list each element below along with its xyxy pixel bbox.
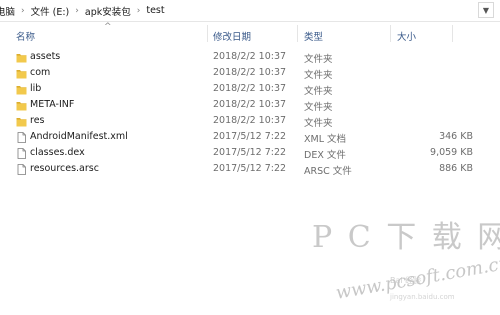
folder-row[interactable]: res 2018/2/2 10:37 文件夹 [0, 114, 500, 130]
folder-icon [16, 100, 27, 111]
file-name: assets [30, 51, 61, 62]
file-icon [16, 132, 27, 143]
folder-row[interactable]: META-INF 2018/2/2 10:37 文件夹 [0, 98, 500, 114]
file-date: 2017/5/12 7:22 [213, 131, 287, 142]
file-type: 文件夹 [304, 54, 333, 65]
file-name: AndroidManifest.xml [30, 131, 128, 142]
file-type: 文件夹 [304, 70, 333, 81]
file-row[interactable]: classes.dex 2017/5/12 7:22 DEX 文件 9,059 KB [0, 146, 500, 162]
file-date: 2018/2/2 10:37 [213, 67, 287, 78]
folder-row[interactable]: com 2018/2/2 10:37 文件夹 [0, 66, 500, 82]
chevron-right-icon[interactable]: › [21, 6, 25, 16]
folder-icon [16, 52, 27, 63]
column-type[interactable]: 类型 [304, 29, 323, 43]
chevron-down-icon: ▼ [482, 5, 490, 15]
file-date: 2018/2/2 10:37 [213, 51, 287, 62]
breadcrumb[interactable]: 电脑 › 文件 (E:) › apk安装包 › test [0, 0, 165, 21]
file-type: 文件夹 [304, 86, 333, 97]
file-date: 2018/2/2 10:37 [213, 99, 287, 110]
breadcrumb-apk-folder[interactable]: apk安装包 [85, 4, 131, 18]
file-name: com [30, 67, 51, 78]
file-type: DEX 文件 [304, 150, 346, 161]
file-name: lib [30, 83, 42, 94]
file-name: res [30, 115, 45, 126]
file-name: META-INF [30, 99, 75, 110]
address-bar[interactable]: 电脑 › 文件 (E:) › apk安装包 › test ▼ [0, 0, 500, 22]
file-name: classes.dex [30, 147, 85, 158]
file-row[interactable]: AndroidManifest.xml 2017/5/12 7:22 XML 文档 3… [0, 130, 500, 146]
file-date: 2017/5/12 7:22 [213, 147, 287, 158]
folder-icon [16, 84, 27, 95]
breadcrumb-test[interactable]: test [146, 5, 164, 16]
file-type: ARSC 文件 [304, 166, 352, 177]
file-row[interactable]: resources.arsc 2017/5/12 7:22 ARSC 文件 886 K… [0, 162, 500, 178]
folder-row[interactable]: assets 2018/2/2 10:37 文件夹 [0, 50, 500, 66]
breadcrumb-drive-e[interactable]: 文件 (E:) [31, 4, 70, 18]
file-icon [16, 164, 27, 175]
file-size: 886 KB [439, 163, 473, 174]
column-size[interactable]: 大小 [397, 29, 416, 43]
column-divider[interactable] [207, 25, 208, 42]
watermark-baidu-url: jingyan.baidu.com [390, 293, 455, 301]
column-divider[interactable] [297, 25, 298, 42]
column-divider[interactable] [452, 25, 453, 42]
address-dropdown-button[interactable]: ▼ [478, 2, 494, 18]
sort-ascending-icon: ^ [104, 22, 112, 32]
file-size: 9,059 KB [430, 147, 473, 158]
file-icon [16, 148, 27, 159]
file-list: assets 2018/2/2 10:37 文件夹 com 2018/2/2 10:37… [0, 50, 500, 178]
file-date: 2018/2/2 10:37 [213, 115, 287, 126]
file-type: 文件夹 [304, 102, 333, 113]
folder-icon [16, 68, 27, 79]
file-size: 346 KB [439, 131, 473, 142]
folder-icon [16, 116, 27, 127]
column-divider[interactable] [390, 25, 391, 42]
file-date: 2017/5/12 7:22 [213, 163, 287, 174]
chevron-right-icon[interactable]: › [75, 6, 79, 16]
column-date[interactable]: 修改日期 [213, 29, 251, 43]
chevron-right-icon[interactable]: › [137, 6, 141, 16]
watermark-brand: P C 下 载 网 [312, 220, 500, 255]
column-header: ^ 名称 修改日期 类型 大小 [0, 22, 500, 44]
breadcrumb-this-pc[interactable]: 电脑 [0, 4, 15, 18]
folder-row[interactable]: lib 2018/2/2 10:37 文件夹 [0, 82, 500, 98]
column-name[interactable]: 名称 [16, 29, 35, 43]
file-name: resources.arsc [30, 163, 99, 174]
file-type: 文件夹 [304, 118, 333, 129]
file-type: XML 文档 [304, 134, 347, 145]
file-date: 2018/2/2 10:37 [213, 83, 287, 94]
